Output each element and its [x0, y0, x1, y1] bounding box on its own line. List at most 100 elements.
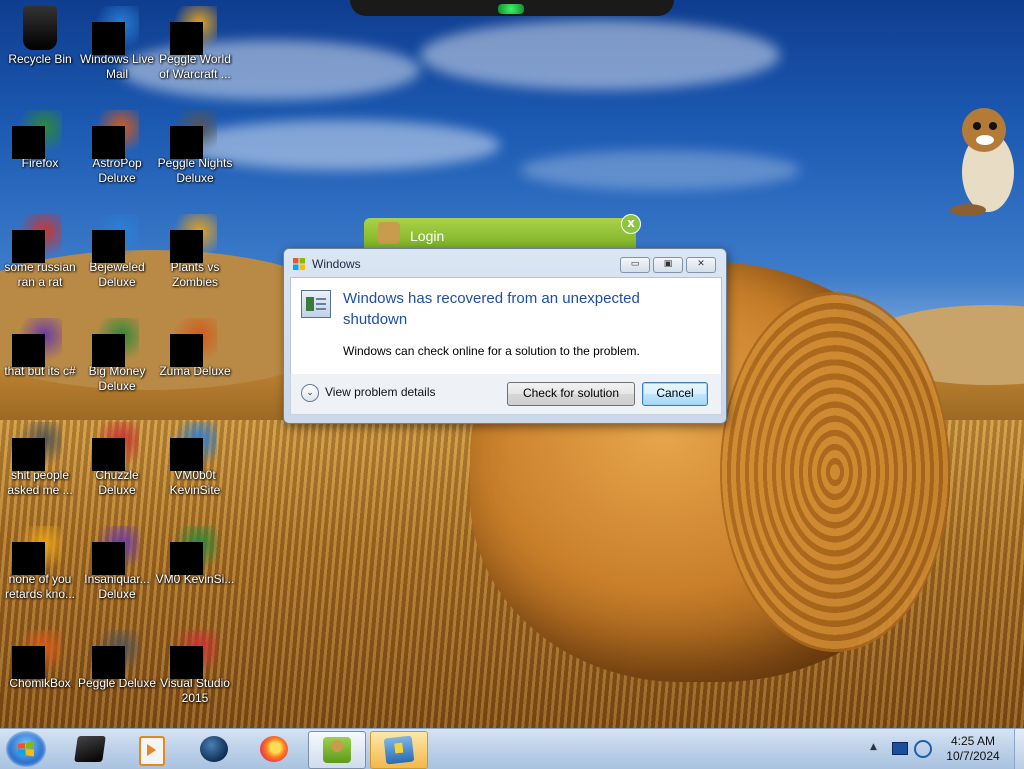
desktop-icon[interactable]: Peggle Deluxe: [77, 630, 157, 691]
game-icon: [92, 526, 139, 575]
login-gadget[interactable]: Login: [364, 218, 636, 248]
redaction-box: [12, 230, 45, 263]
dialog-heading: Windows has recovered from an unexpected…: [343, 290, 640, 328]
desktop-icon[interactable]: VM0b0t KevinSite: [155, 422, 235, 498]
redaction-box: [12, 438, 45, 471]
app-icon: [383, 735, 415, 765]
desktop-icon-label: Bejeweled Deluxe: [89, 260, 145, 289]
desktop-icon-label: AstroPop Deluxe: [92, 156, 142, 185]
redaction-box: [170, 230, 203, 263]
terminal-icon: [74, 736, 106, 762]
game-icon: [92, 214, 139, 263]
recovery-dialog: Windows ▭ ▣ ✕ Windows has recovered from…: [283, 248, 727, 424]
redaction-box: [12, 126, 45, 159]
mail-icon: [92, 6, 139, 55]
desktop-icon-label: Recycle Bin: [8, 52, 72, 66]
desktop-icon[interactable]: Plants vs Zombies: [155, 214, 235, 290]
firefox-icon: [12, 110, 62, 159]
login-title: Login: [410, 228, 445, 244]
app-icon: [12, 630, 62, 679]
redaction-box: [12, 542, 45, 575]
desktop-icon[interactable]: Recycle Bin: [0, 6, 80, 67]
desktop-icon[interactable]: that but its c#: [0, 318, 80, 379]
media-player-icon: [139, 736, 165, 766]
taskbar-firefox[interactable]: [246, 731, 302, 767]
game-icon: [170, 318, 217, 367]
desktop-icon[interactable]: Big Money Deluxe: [77, 318, 157, 394]
hamster-mascot-icon[interactable]: [948, 100, 1024, 218]
redaction-box: [170, 22, 203, 55]
windows-logo-icon: [18, 741, 34, 757]
game-icon: [92, 110, 139, 159]
desktop-icon[interactable]: Firefox: [0, 110, 80, 171]
redaction-box: [92, 230, 125, 263]
clock[interactable]: 4:25 AM 10/7/2024: [936, 734, 1010, 764]
desktop-icon[interactable]: shit people asked me ...: [0, 422, 80, 498]
desktop-icon[interactable]: Zuma Deluxe: [155, 318, 235, 379]
cancel-button[interactable]: Cancel: [642, 382, 708, 406]
redaction-box: [92, 126, 125, 159]
desktop-icon-label: some russian ran a rat: [4, 260, 76, 289]
view-problem-details-link[interactable]: View problem details: [325, 385, 436, 399]
restore-button[interactable]: ▣: [653, 257, 683, 273]
redaction-box: [92, 22, 125, 55]
hay-bale-face: [720, 292, 950, 652]
clock-time: 4:25 AM: [950, 734, 996, 748]
start-button[interactable]: [6, 731, 46, 767]
visual-studio-icon: [170, 630, 217, 679]
taskbar-terminal[interactable]: [62, 731, 118, 767]
network-icon[interactable]: [892, 742, 908, 755]
dialog-footer: ⌄ View problem details Check for solutio…: [290, 374, 722, 415]
tray-expand-icon[interactable]: ▲: [870, 742, 877, 752]
taskbar-app-active[interactable]: [370, 731, 428, 769]
volume-icon[interactable]: [914, 740, 932, 758]
app-icon: [12, 214, 62, 263]
gadget-led-icon: [498, 4, 524, 14]
recycle-bin-icon: [23, 6, 57, 50]
chevron-down-icon[interactable]: ⌄: [301, 384, 319, 402]
redaction-box: [12, 646, 45, 679]
close-button[interactable]: ✕: [686, 257, 716, 273]
desktop-icon[interactable]: Insaniquar... Deluxe: [77, 526, 157, 602]
login-close-icon[interactable]: x: [621, 214, 641, 234]
desktop-icon[interactable]: Peggle Nights Deluxe: [155, 110, 235, 186]
taskbar-media-player[interactable]: [122, 731, 178, 767]
minimize-button[interactable]: ▭: [620, 257, 650, 273]
desktop-icon-label: Windows Live Mail: [79, 52, 155, 81]
taskbar-chomikbox[interactable]: [308, 731, 366, 769]
desktop-icon[interactable]: AstroPop Deluxe: [77, 110, 157, 186]
desktop-icon[interactable]: none of you retards kno...: [0, 526, 80, 602]
redaction-box: [170, 126, 203, 159]
taskbar-globe[interactable]: [186, 731, 242, 767]
redaction-box: [170, 334, 203, 367]
redaction-box: [170, 438, 203, 471]
desktop-icon[interactable]: ChomikBox: [0, 630, 80, 691]
desktop-icon[interactable]: Bejeweled Deluxe: [77, 214, 157, 290]
redaction-box: [92, 438, 125, 471]
redaction-box: [170, 646, 203, 679]
desktop-icon[interactable]: VM0 KevinSi...: [155, 526, 235, 587]
dialog-body: Windows has recovered from an unexpected…: [290, 277, 722, 375]
show-desktop-button[interactable]: [1014, 729, 1024, 769]
redaction-box: [92, 542, 125, 575]
desktop-icon[interactable]: Chuzzle Deluxe: [77, 422, 157, 498]
file-icon: [12, 422, 62, 471]
game-icon: [92, 422, 139, 471]
game-icon: [92, 630, 139, 679]
firefox-icon: [260, 736, 288, 762]
system-tray: ▲: [868, 729, 934, 769]
desktop-icon-label: Big Money Deluxe: [88, 364, 146, 393]
app-icon: [12, 526, 62, 575]
hamster-icon: [378, 222, 400, 244]
check-for-solution-button[interactable]: Check for solution: [507, 382, 635, 406]
desktop-icon-label: none of you retards kno...: [4, 572, 76, 601]
desktop-icon[interactable]: Windows Live Mail: [77, 6, 157, 82]
game-icon: [170, 6, 217, 55]
game-icon: [170, 110, 217, 159]
desktop-icon[interactable]: some russian ran a rat: [0, 214, 80, 290]
desktop-icon-label: Insaniquar... Deluxe: [84, 572, 150, 601]
desktop-icon[interactable]: Peggle World of Warcraft ...: [155, 6, 235, 82]
cloud: [520, 150, 800, 190]
desktop-icon[interactable]: Visual Studio 2015: [155, 630, 235, 706]
redaction-box: [92, 646, 125, 679]
